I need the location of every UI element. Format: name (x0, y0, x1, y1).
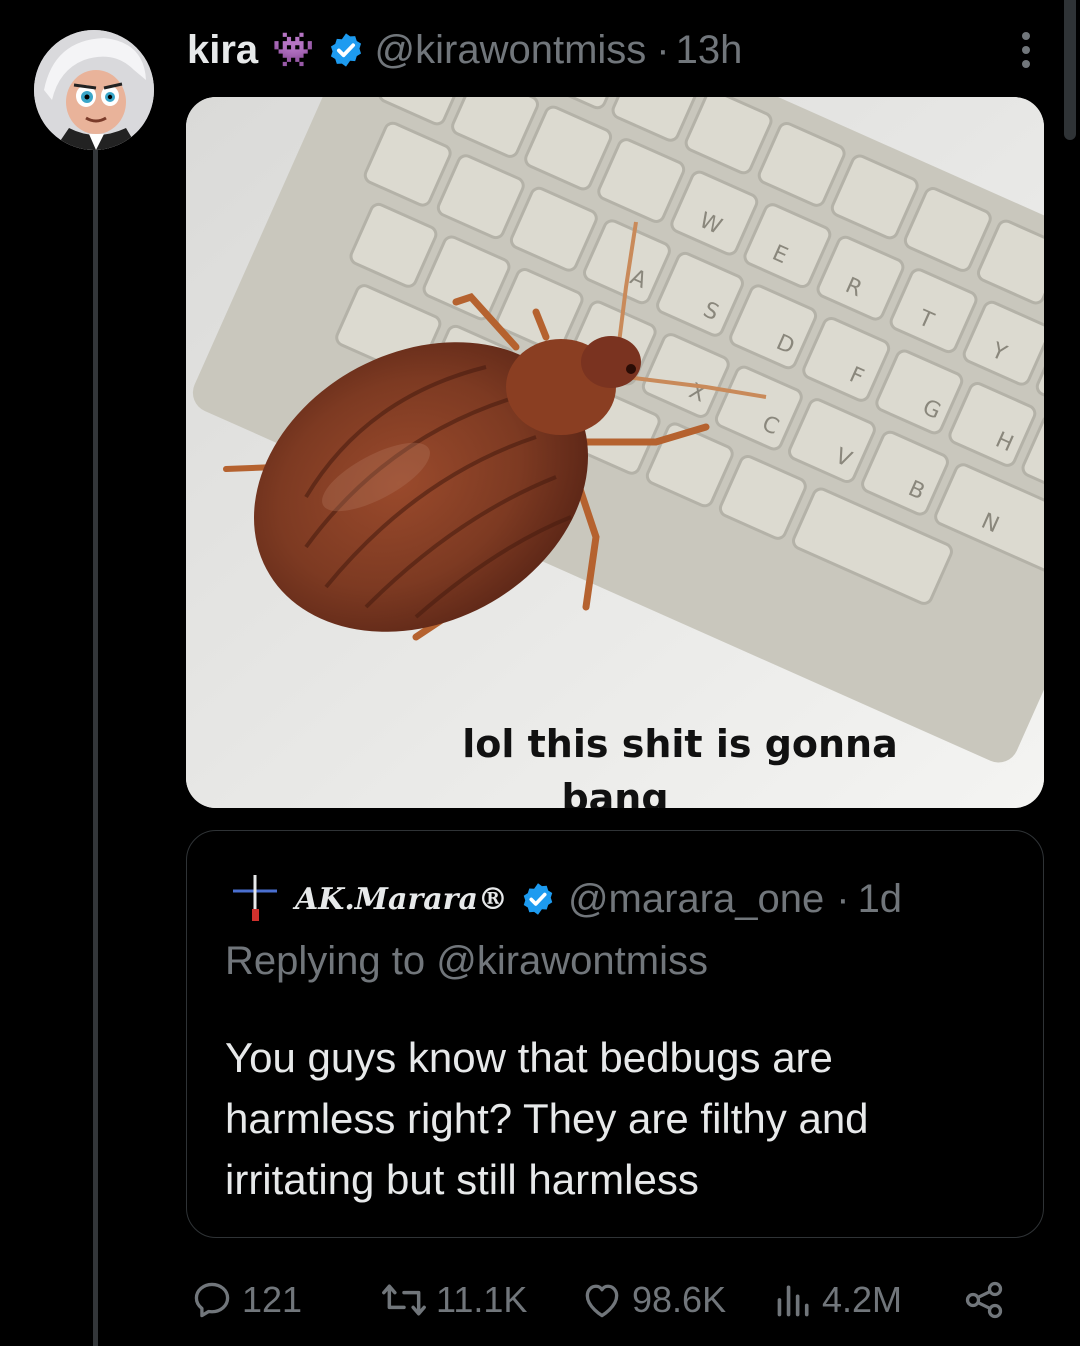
like-count: 98.6K (632, 1279, 727, 1320)
quoted-avatar[interactable] (227, 871, 283, 927)
share-icon (965, 1281, 1003, 1319)
action-bar: 121 11.1K 98.6K 4.2M (190, 1270, 1020, 1330)
repost-button[interactable]: 11.1K (380, 1270, 527, 1330)
time-separator: · (656, 27, 670, 72)
scrollbar[interactable] (1064, 0, 1076, 140)
share-button[interactable] (962, 1270, 1006, 1330)
avatar[interactable] (34, 30, 154, 150)
tweet-media[interactable]: W E R T Y S D F G H X C V B N A lol this… (186, 97, 1044, 808)
reply-icon (194, 1282, 230, 1318)
views-icon (777, 1285, 809, 1317)
verified-badge-icon[interactable] (327, 31, 365, 69)
author-handle[interactable]: @kirawontmiss (375, 28, 647, 73)
repost-icon (382, 1284, 426, 1316)
author-name[interactable]: kira (187, 28, 258, 73)
quoted-tweet[interactable]: AK.Marara® @marara_one · 1d Replying to … (186, 830, 1044, 1238)
reply-count: 121 (242, 1279, 303, 1320)
tweet-time[interactable]: 13h (676, 28, 743, 73)
space-invader-emoji: 👾 (272, 31, 315, 69)
like-button[interactable]: 98.6K (580, 1270, 726, 1330)
time-separator: · (836, 876, 850, 921)
thread-line (93, 150, 98, 1346)
caption-line-1: lol this shit is gonna (462, 722, 898, 766)
repost-count: 11.1K (436, 1279, 528, 1320)
reply-button[interactable]: 121 (190, 1270, 302, 1330)
image-caption: lol this shit is gonna bang (186, 717, 1044, 808)
replying-to: Replying to @kirawontmiss (225, 939, 708, 983)
bedbug-keyboard-image: W E R T Y S D F G H X C V B N A (186, 97, 1044, 808)
verified-badge-icon[interactable] (520, 881, 556, 917)
avatar-image (34, 30, 154, 150)
quoted-tweet-header: AK.Marara® @marara_one · 1d (227, 871, 902, 927)
tweet-header: kira 👾 @kirawontmiss · 13h (187, 22, 742, 78)
quoted-author-handle[interactable]: @marara_one (568, 877, 824, 922)
caption-line-2: bang (561, 776, 669, 808)
more-icon[interactable] (1018, 30, 1034, 70)
views-button[interactable]: 4.2M (774, 1270, 902, 1330)
quoted-author-name[interactable]: AK.Marara® (295, 882, 508, 917)
quoted-tweet-text: You guys know that bedbugs are harmless … (225, 1034, 869, 1203)
quoted-tweet-time[interactable]: 1d (858, 877, 903, 922)
like-icon (585, 1284, 619, 1318)
view-count: 4.2M (822, 1279, 903, 1320)
